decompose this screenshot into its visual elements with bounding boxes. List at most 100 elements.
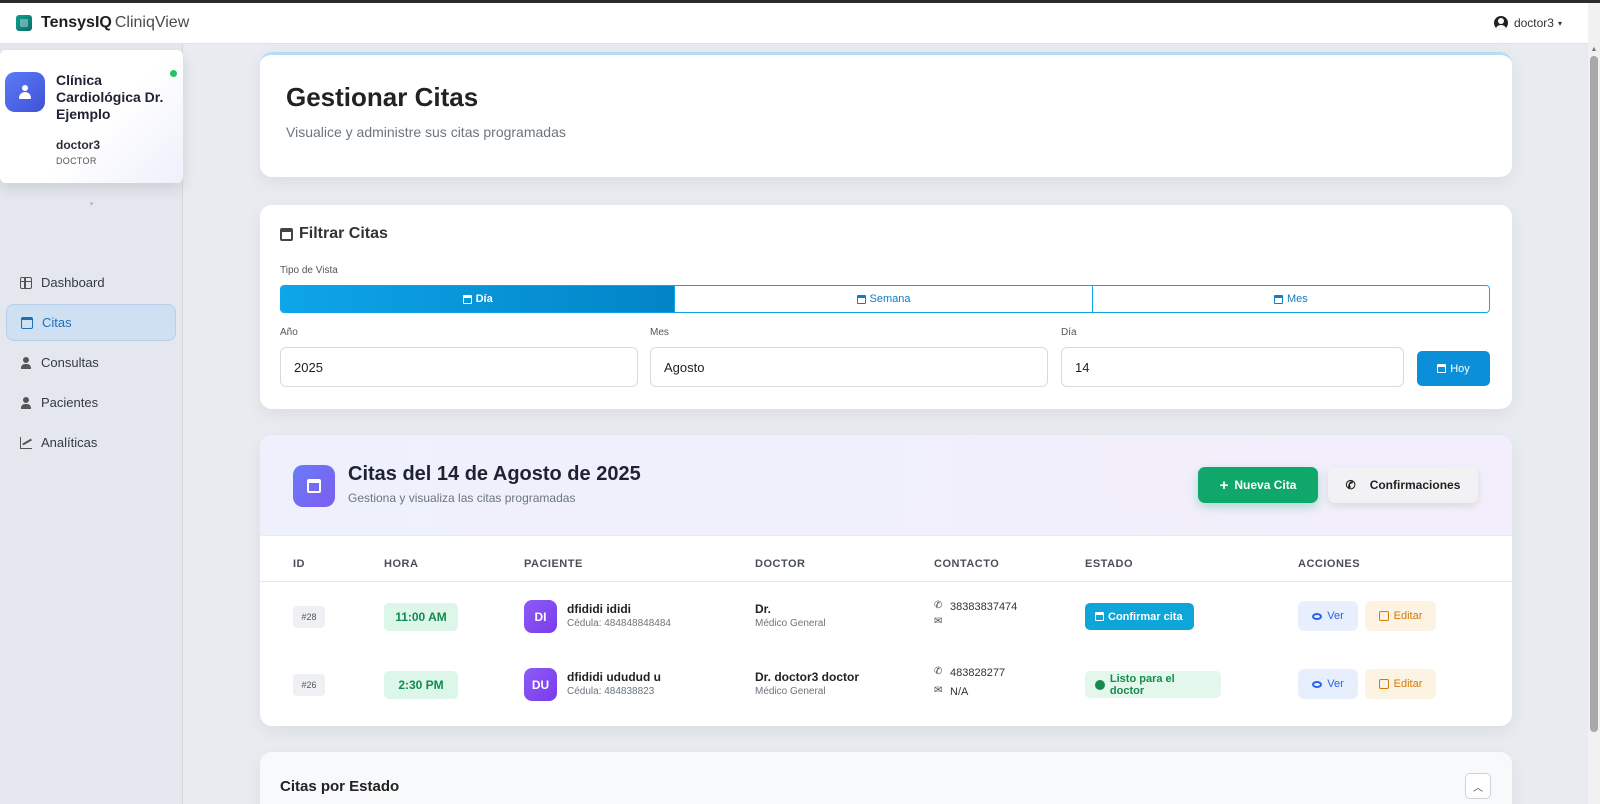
day-value: 14 bbox=[1075, 359, 1090, 375]
filter-title-text: Filtrar Citas bbox=[299, 225, 388, 242]
today-button-label: Hoy bbox=[1450, 362, 1470, 375]
check-circle-icon bbox=[1095, 679, 1105, 690]
grid-icon bbox=[20, 276, 32, 289]
sidebar-divider bbox=[90, 202, 93, 205]
view-month-button[interactable]: Mes bbox=[1091, 286, 1489, 312]
doctor-name: Dr. doctor3 doctor bbox=[755, 670, 860, 684]
envelope-icon: ✉ bbox=[934, 616, 943, 627]
page-header-card: Gestionar Citas Visualice y administre s… bbox=[260, 52, 1512, 177]
brand[interactable]: TensysIQ CliniqView bbox=[16, 14, 189, 32]
column-header-contact: CONTACTO bbox=[934, 558, 1000, 570]
column-header-actions: ACCIONES bbox=[1298, 558, 1361, 570]
caret-down-icon: ▾ bbox=[1557, 18, 1562, 28]
month-label: Mes bbox=[650, 327, 669, 338]
view-day-button[interactable]: Día bbox=[281, 286, 675, 312]
day-select[interactable]: 14 bbox=[1061, 347, 1404, 387]
sidebar-item-citas[interactable]: Citas bbox=[6, 304, 176, 341]
sidebar: Clínica Cardiológica Dr. Ejemplo doctor3… bbox=[0, 44, 183, 804]
user-icon bbox=[18, 85, 32, 99]
sidebar-item-consultas[interactable]: Consultas bbox=[6, 344, 176, 381]
view-appointment-button[interactable]: Ver bbox=[1298, 601, 1358, 631]
patient-avatar: DU bbox=[524, 668, 557, 701]
today-button[interactable]: Hoy bbox=[1417, 351, 1490, 386]
patient-name: dfididi ududud u bbox=[567, 670, 661, 684]
appointments-title: Citas del 14 de Agosto de 2025 bbox=[348, 463, 641, 485]
view-week-button[interactable]: Semana bbox=[674, 286, 1092, 312]
sidebar-item-label: Citas bbox=[42, 315, 72, 330]
patient-cedula: Cédula: 484848848484 bbox=[567, 618, 671, 629]
chart-line-icon bbox=[20, 436, 32, 449]
plus-icon: + bbox=[1219, 476, 1229, 494]
brand-logo-icon bbox=[16, 15, 32, 31]
sidebar-item-label: Analíticas bbox=[41, 435, 98, 450]
appointments-card: Citas del 14 de Agosto de 2025 Gestiona … bbox=[260, 435, 1512, 726]
filter-title: Filtrar Citas bbox=[280, 225, 388, 243]
view-label: Ver bbox=[1327, 678, 1344, 690]
month-select[interactable]: Agosto bbox=[650, 347, 1048, 387]
filter-card: Filtrar Citas Tipo de Vista Día Semana M… bbox=[260, 205, 1512, 409]
chevron-up-icon: ︿ bbox=[1473, 782, 1483, 794]
sidebar-item-label: Consultas bbox=[41, 355, 99, 370]
year-value: 2025 bbox=[294, 359, 323, 375]
view-type-label: Tipo de Vista bbox=[280, 265, 338, 276]
phone-icon: ✆ bbox=[934, 666, 943, 677]
user-menu-name: doctor3 bbox=[1513, 16, 1554, 30]
page-title: Gestionar Citas bbox=[286, 82, 479, 112]
clinic-avatar bbox=[5, 72, 45, 112]
edit-label: Editar bbox=[1393, 610, 1423, 622]
appointment-time: 11:00 AM bbox=[384, 603, 458, 631]
edit-icon bbox=[1378, 611, 1389, 621]
view-appointment-button[interactable]: Ver bbox=[1298, 669, 1358, 699]
appointments-header-icon bbox=[293, 465, 335, 507]
sidebar-item-analiticas[interactable]: Analíticas bbox=[6, 424, 176, 461]
status-badge: Listo para el doctor bbox=[1085, 671, 1221, 698]
phone-icon: ✆ bbox=[1345, 478, 1356, 492]
user-menu[interactable]: doctor3 ▾ bbox=[1493, 16, 1562, 30]
doctor-specialty: Médico General bbox=[755, 686, 826, 697]
year-select[interactable]: 2025 bbox=[280, 347, 638, 387]
calendar-month-icon bbox=[1273, 294, 1283, 304]
appointment-time: 2:30 PM bbox=[384, 671, 458, 699]
confirm-appointment-button[interactable]: Confirmar cita bbox=[1085, 603, 1194, 630]
edit-appointment-button[interactable]: Editar bbox=[1365, 669, 1436, 699]
profile-username: doctor3 bbox=[56, 138, 101, 152]
contact-phone: 38383837474 bbox=[950, 601, 1018, 613]
column-header-doctor: DOCTOR bbox=[755, 558, 806, 570]
sidebar-item-pacientes[interactable]: Pacientes bbox=[6, 384, 176, 421]
sidebar-item-label: Pacientes bbox=[41, 395, 99, 410]
sidebar-item-label: Dashboard bbox=[41, 275, 105, 290]
new-appointment-button[interactable]: + Nueva Cita bbox=[1198, 467, 1318, 503]
edit-appointment-button[interactable]: Editar bbox=[1365, 601, 1436, 631]
confirmations-button[interactable]: ✆ Confirmaciones bbox=[1328, 467, 1478, 503]
column-header-time: HORA bbox=[384, 558, 419, 570]
appointments-header: Citas del 14 de Agosto de 2025 Gestiona … bbox=[260, 435, 1512, 536]
month-value: Agosto bbox=[664, 359, 705, 375]
calendar-week-icon bbox=[856, 294, 866, 304]
scrollbar-thumb[interactable] bbox=[1590, 56, 1598, 732]
new-appointment-label: Nueva Cita bbox=[1234, 478, 1297, 492]
eye-icon bbox=[1312, 612, 1323, 620]
sidebar-item-dashboard[interactable]: Dashboard bbox=[6, 264, 176, 301]
view-label: Ver bbox=[1327, 610, 1344, 622]
edit-label: Editar bbox=[1393, 678, 1423, 690]
status-label: Listo para el doctor bbox=[1109, 672, 1175, 697]
clinic-profile-card: Clínica Cardiológica Dr. Ejemplo doctor3… bbox=[0, 50, 183, 183]
column-header-id: ID bbox=[293, 558, 305, 570]
appointments-subtitle: Gestiona y visualiza las citas programad… bbox=[348, 491, 576, 505]
top-navbar: TensysIQ CliniqView doctor3 ▾ bbox=[0, 3, 1588, 44]
page-scrollbar[interactable]: ▲ bbox=[1588, 3, 1600, 804]
scroll-up-arrow-icon[interactable]: ▲ bbox=[1590, 46, 1598, 54]
user-doctor-icon bbox=[20, 356, 32, 369]
day-label: Día bbox=[1061, 327, 1077, 338]
clinic-name: Clínica Cardiológica Dr. Ejemplo bbox=[56, 72, 164, 122]
phone-icon: ✆ bbox=[934, 600, 943, 611]
appointment-id: #28 bbox=[293, 606, 325, 628]
envelope-icon: ✉ bbox=[934, 685, 943, 696]
table-header: ID HORA PACIENTE DOCTOR CONTACTO ESTADO … bbox=[260, 546, 1512, 582]
appointment-id: #26 bbox=[293, 674, 325, 696]
collapse-button[interactable]: ︿ bbox=[1465, 773, 1491, 799]
patient-cedula: Cédula: 484838823 bbox=[567, 686, 655, 697]
profile-role: DOCTOR bbox=[56, 156, 97, 166]
column-header-patient: PACIENTE bbox=[524, 558, 583, 570]
calendar-day-icon bbox=[462, 294, 472, 304]
